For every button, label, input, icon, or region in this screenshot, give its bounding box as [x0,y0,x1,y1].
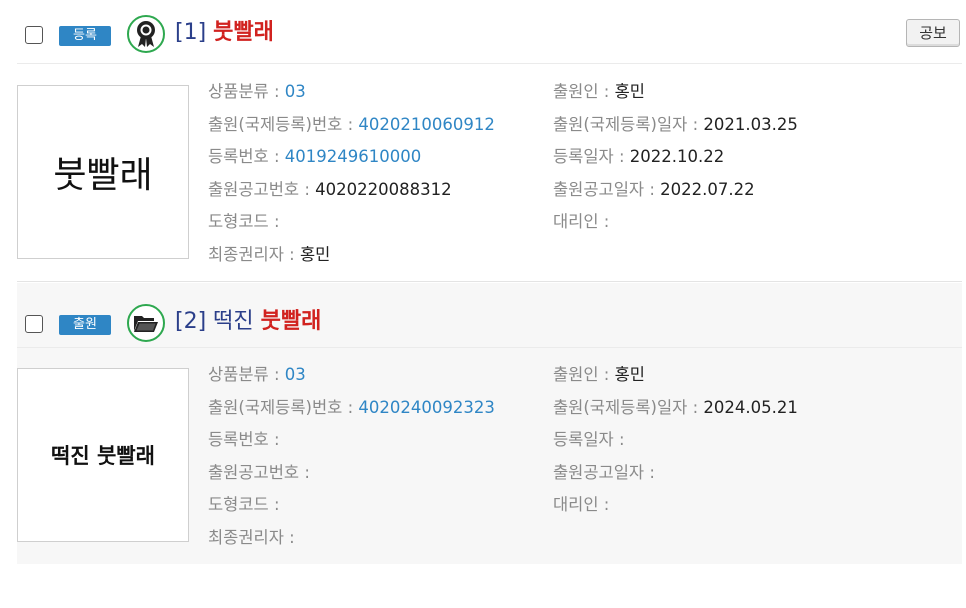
trademark-thumbnail[interactable]: 떡진 붓빨래 [17,368,189,542]
status-badge: 등록 [59,26,111,46]
field-final-owner: 최종권리자 : 홍민 [208,244,331,264]
trademark-prefix: 떡진 [213,309,254,334]
field-application-date: 출원(국제등록)일자 : 2024.05.21 [553,397,798,417]
trademark-thumbnail[interactable]: 붓빨래 [17,85,189,259]
field-design-code: 도형코드 : [208,212,280,231]
result-header: 출원 [2] 떡진 붓빨래 [17,283,962,348]
field-registration-date: 등록일자 : 2022.10.22 [553,147,725,166]
application-number-link[interactable]: 4020240092323 [358,398,494,417]
left-field-column: 상품분류 : 03 출원(국제등록)번호 : 4020240092323 등록번… [208,363,495,558]
classification-link[interactable]: 03 [285,82,306,101]
field-design-code: 도형코드 : [208,495,280,514]
field-registration-date: 등록일자 : [553,430,625,449]
field-publication-date: 출원공고일자 : 2022.07.22 [553,179,755,199]
field-application-number: 출원(국제등록)번호 : 4020210060912 [208,114,495,134]
field-publication-number: 출원공고번호 : [208,462,310,482]
result-title[interactable]: [2] 떡진 붓빨래 [175,307,321,337]
classification-link[interactable]: 03 [285,365,306,384]
result-item: 등록 [1] 붓빨래 공보 붓빨래 상품분류 : 03 출원(국제등록)번호 :… [17,0,962,282]
registration-number-link[interactable]: 4019249610000 [285,147,421,166]
left-field-column: 상품분류 : 03 출원(국제등록)번호 : 4020210060912 등록번… [208,80,495,275]
status-badge: 출원 [59,315,111,335]
result-number: [1] [175,20,207,45]
field-applicant: 출원인 : 홍민 [553,82,645,101]
trademark-name: 붓빨래 [213,20,274,45]
field-application-date: 출원(국제등록)일자 : 2021.03.25 [553,114,798,134]
select-checkbox[interactable] [25,315,43,333]
application-number-link[interactable]: 4020210060912 [358,115,494,134]
field-publication-number: 출원공고번호 : 4020220088312 [208,179,452,199]
result-header: 등록 [1] 붓빨래 공보 [17,0,962,64]
registered-ribbon-icon [127,15,165,53]
field-applicant: 출원인 : 홍민 [553,365,645,384]
field-registration-number: 등록번호 : [208,430,280,449]
right-field-column: 출원인 : 홍민 출원(국제등록)일자 : 2024.05.21 등록일자 : … [553,363,798,526]
open-folder-icon [127,304,165,342]
result-item: 출원 [2] 떡진 붓빨래 떡진 붓빨래 상품분류 : 03 출원(국제등록)번… [17,283,962,564]
field-final-owner: 최종권리자 : [208,527,295,547]
field-classification: 상품분류 : 03 [208,365,306,384]
result-title[interactable]: [1] 붓빨래 [175,18,274,48]
field-agent: 대리인 : [553,495,610,514]
field-publication-date: 출원공고일자 : [553,462,655,482]
trademark-name: 붓빨래 [260,309,322,334]
field-application-number: 출원(국제등록)번호 : 4020240092323 [208,397,495,417]
right-field-column: 출원인 : 홍민 출원(국제등록)일자 : 2021.03.25 등록일자 : … [553,80,798,243]
select-checkbox[interactable] [25,26,43,44]
result-number: [2] [175,309,207,334]
field-classification: 상품분류 : 03 [208,82,306,101]
gongbo-button[interactable]: 공보 [906,19,960,47]
field-registration-number: 등록번호 : 4019249610000 [208,147,422,166]
field-agent: 대리인 : [553,212,610,231]
